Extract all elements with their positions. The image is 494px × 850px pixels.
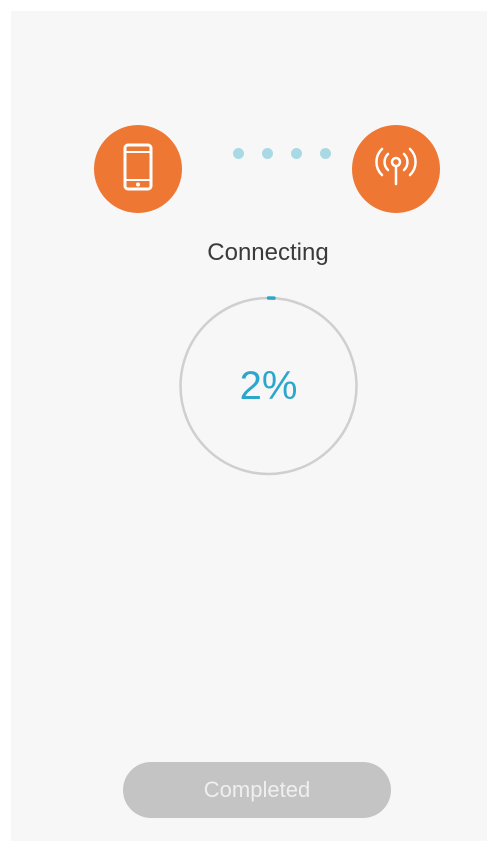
- connection-dots: [233, 148, 333, 160]
- connection-dot: [262, 148, 273, 159]
- smartphone-icon: [123, 143, 153, 196]
- connection-dot: [291, 148, 302, 159]
- phone-device-circle: [94, 125, 182, 213]
- progress-percent: 2%: [239, 363, 298, 408]
- router-device-circle: [352, 125, 440, 213]
- connection-dot: [320, 148, 331, 159]
- completed-button[interactable]: Completed: [123, 762, 391, 818]
- connection-status-text: Connecting: [207, 239, 329, 266]
- connection-screen: Connecting 2%: [11, 11, 487, 841]
- router-signal-icon: [373, 144, 419, 195]
- progress-ring: 2%: [175, 296, 362, 476]
- connection-dot: [233, 148, 244, 159]
